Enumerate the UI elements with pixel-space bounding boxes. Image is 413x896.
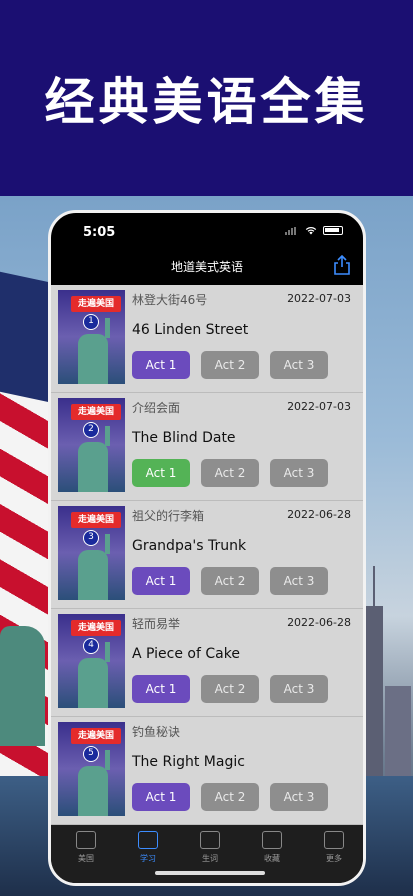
tab-bar: 美国 学习 生词 收藏 更多 — [51, 825, 363, 883]
lesson-poster: 走遍美国 3 — [58, 506, 125, 600]
banner-title: 经典美语全集 — [44, 73, 369, 131]
tab-label: 美国 — [78, 854, 94, 863]
home-indicator — [155, 871, 265, 875]
lesson-number-badge: 3 — [83, 530, 99, 546]
lesson-chinese-title: 祖父的行李箱 — [132, 509, 205, 523]
phone-frame: 5:05 地道美式英语 走遍美国 1 林登大街46号 2022-07-03 46… — [48, 210, 366, 886]
act-2-button[interactable]: Act 2 — [201, 783, 259, 811]
poster-logo: 走遍美国 — [71, 620, 121, 636]
act-2-button[interactable]: Act 2 — [201, 567, 259, 595]
lesson-row[interactable]: 走遍美国 3 祖父的行李箱 2022-06-28 Grandpa's Trunk… — [51, 501, 363, 609]
lesson-poster: 走遍美国 4 — [58, 614, 125, 708]
statue-icon — [78, 442, 108, 492]
lesson-date: 2022-07-03 — [287, 292, 351, 305]
statue-graphic — [0, 626, 45, 746]
flag-icon — [76, 831, 96, 849]
tab-label: 学习 — [140, 854, 156, 863]
lesson-number-badge: 1 — [83, 314, 99, 330]
audio-book-icon — [138, 831, 158, 849]
tab-label: 更多 — [326, 854, 342, 863]
lesson-english-title: Grandpa's Trunk — [132, 538, 247, 554]
act-3-button[interactable]: Act 3 — [270, 351, 328, 379]
star-icon — [262, 831, 282, 849]
nav-bar: 地道美式英语 — [51, 253, 363, 283]
lesson-poster: 走遍美国 5 — [58, 722, 125, 816]
promo-banner: 经典美语全集 — [0, 0, 413, 196]
lesson-number-badge: 2 — [83, 422, 99, 438]
lesson-chinese-title: 介绍会面 — [132, 401, 181, 415]
act-2-button[interactable]: Act 2 — [201, 675, 259, 703]
lesson-english-title: The Right Magic — [132, 754, 245, 770]
act-1-button[interactable]: Act 1 — [132, 351, 190, 379]
lesson-english-title: The Blind Date — [132, 430, 236, 446]
tab-clipboard[interactable]: 生词 — [179, 831, 241, 864]
clipboard-icon — [200, 831, 220, 849]
lesson-date: 2022-06-28 — [287, 508, 351, 521]
poster-logo: 走遍美国 — [71, 512, 121, 528]
share-icon[interactable] — [333, 255, 351, 275]
act-3-button[interactable]: Act 3 — [270, 783, 328, 811]
tab-audio-book[interactable]: 学习 — [117, 831, 179, 864]
act-buttons: Act 1 Act 2 Act 3 — [132, 351, 328, 379]
nav-title: 地道美式英语 — [170, 260, 243, 274]
lesson-row[interactable]: 走遍美国 2 介绍会面 2022-07-03 The Blind Date Ac… — [51, 393, 363, 501]
cell-signal-icon — [285, 226, 299, 235]
lesson-date: 2022-07-03 — [287, 400, 351, 413]
act-buttons: Act 1 Act 2 Act 3 — [132, 675, 328, 703]
act-3-button[interactable]: Act 3 — [270, 675, 328, 703]
lesson-english-title: A Piece of Cake — [132, 646, 240, 662]
act-2-button[interactable]: Act 2 — [201, 351, 259, 379]
tab-flag[interactable]: 美国 — [55, 831, 117, 864]
lesson-row[interactable]: 走遍美国 4 轻而易举 2022-06-28 A Piece of Cake A… — [51, 609, 363, 717]
poster-logo: 走遍美国 — [71, 296, 121, 312]
wifi-icon — [305, 226, 317, 235]
tab-label: 收藏 — [264, 854, 280, 863]
status-time: 5:05 — [83, 225, 116, 240]
act-buttons: Act 1 Act 2 Act 3 — [132, 567, 328, 595]
act-3-button[interactable]: Act 3 — [270, 567, 328, 595]
act-3-button[interactable]: Act 3 — [270, 459, 328, 487]
lesson-row[interactable]: 走遍美国 1 林登大街46号 2022-07-03 46 Linden Stre… — [51, 285, 363, 393]
act-1-button[interactable]: Act 1 — [132, 459, 190, 487]
statue-icon — [78, 334, 108, 384]
lesson-chinese-title: 钓鱼秘诀 — [132, 725, 181, 739]
battery-icon — [323, 226, 343, 235]
tab-label: 生词 — [202, 854, 218, 863]
lesson-poster: 走遍美国 2 — [58, 398, 125, 492]
flag-canton — [0, 269, 50, 403]
poster-logo: 走遍美国 — [71, 728, 121, 744]
act-1-button[interactable]: Act 1 — [132, 675, 190, 703]
lesson-list[interactable]: 走遍美国 1 林登大街46号 2022-07-03 46 Linden Stre… — [51, 285, 363, 825]
act-buttons: Act 1 Act 2 Act 3 — [132, 783, 328, 811]
statue-icon — [78, 766, 108, 816]
lesson-row[interactable]: 走遍美国 5 钓鱼秘诀 The Right Magic Act 1 Act 2 Ac… — [51, 717, 363, 825]
statue-icon — [78, 550, 108, 600]
act-buttons: Act 1 Act 2 Act 3 — [132, 459, 328, 487]
tab-star[interactable]: 收藏 — [241, 831, 303, 864]
lesson-chinese-title: 林登大街46号 — [132, 293, 208, 307]
act-1-button[interactable]: Act 1 — [132, 783, 190, 811]
lesson-english-title: 46 Linden Street — [132, 322, 249, 338]
statue-icon — [78, 658, 108, 708]
act-2-button[interactable]: Act 2 — [201, 459, 259, 487]
lesson-chinese-title: 轻而易举 — [132, 617, 181, 631]
lesson-poster: 走遍美国 1 — [58, 290, 125, 384]
poster-logo: 走遍美国 — [71, 404, 121, 420]
status-bar: 5:05 — [51, 213, 363, 253]
more-icon — [324, 831, 344, 849]
lesson-number-badge: 4 — [83, 638, 99, 654]
lesson-number-badge: 5 — [83, 746, 99, 762]
act-1-button[interactable]: Act 1 — [132, 567, 190, 595]
tab-more[interactable]: 更多 — [303, 831, 363, 864]
lesson-date: 2022-06-28 — [287, 616, 351, 629]
